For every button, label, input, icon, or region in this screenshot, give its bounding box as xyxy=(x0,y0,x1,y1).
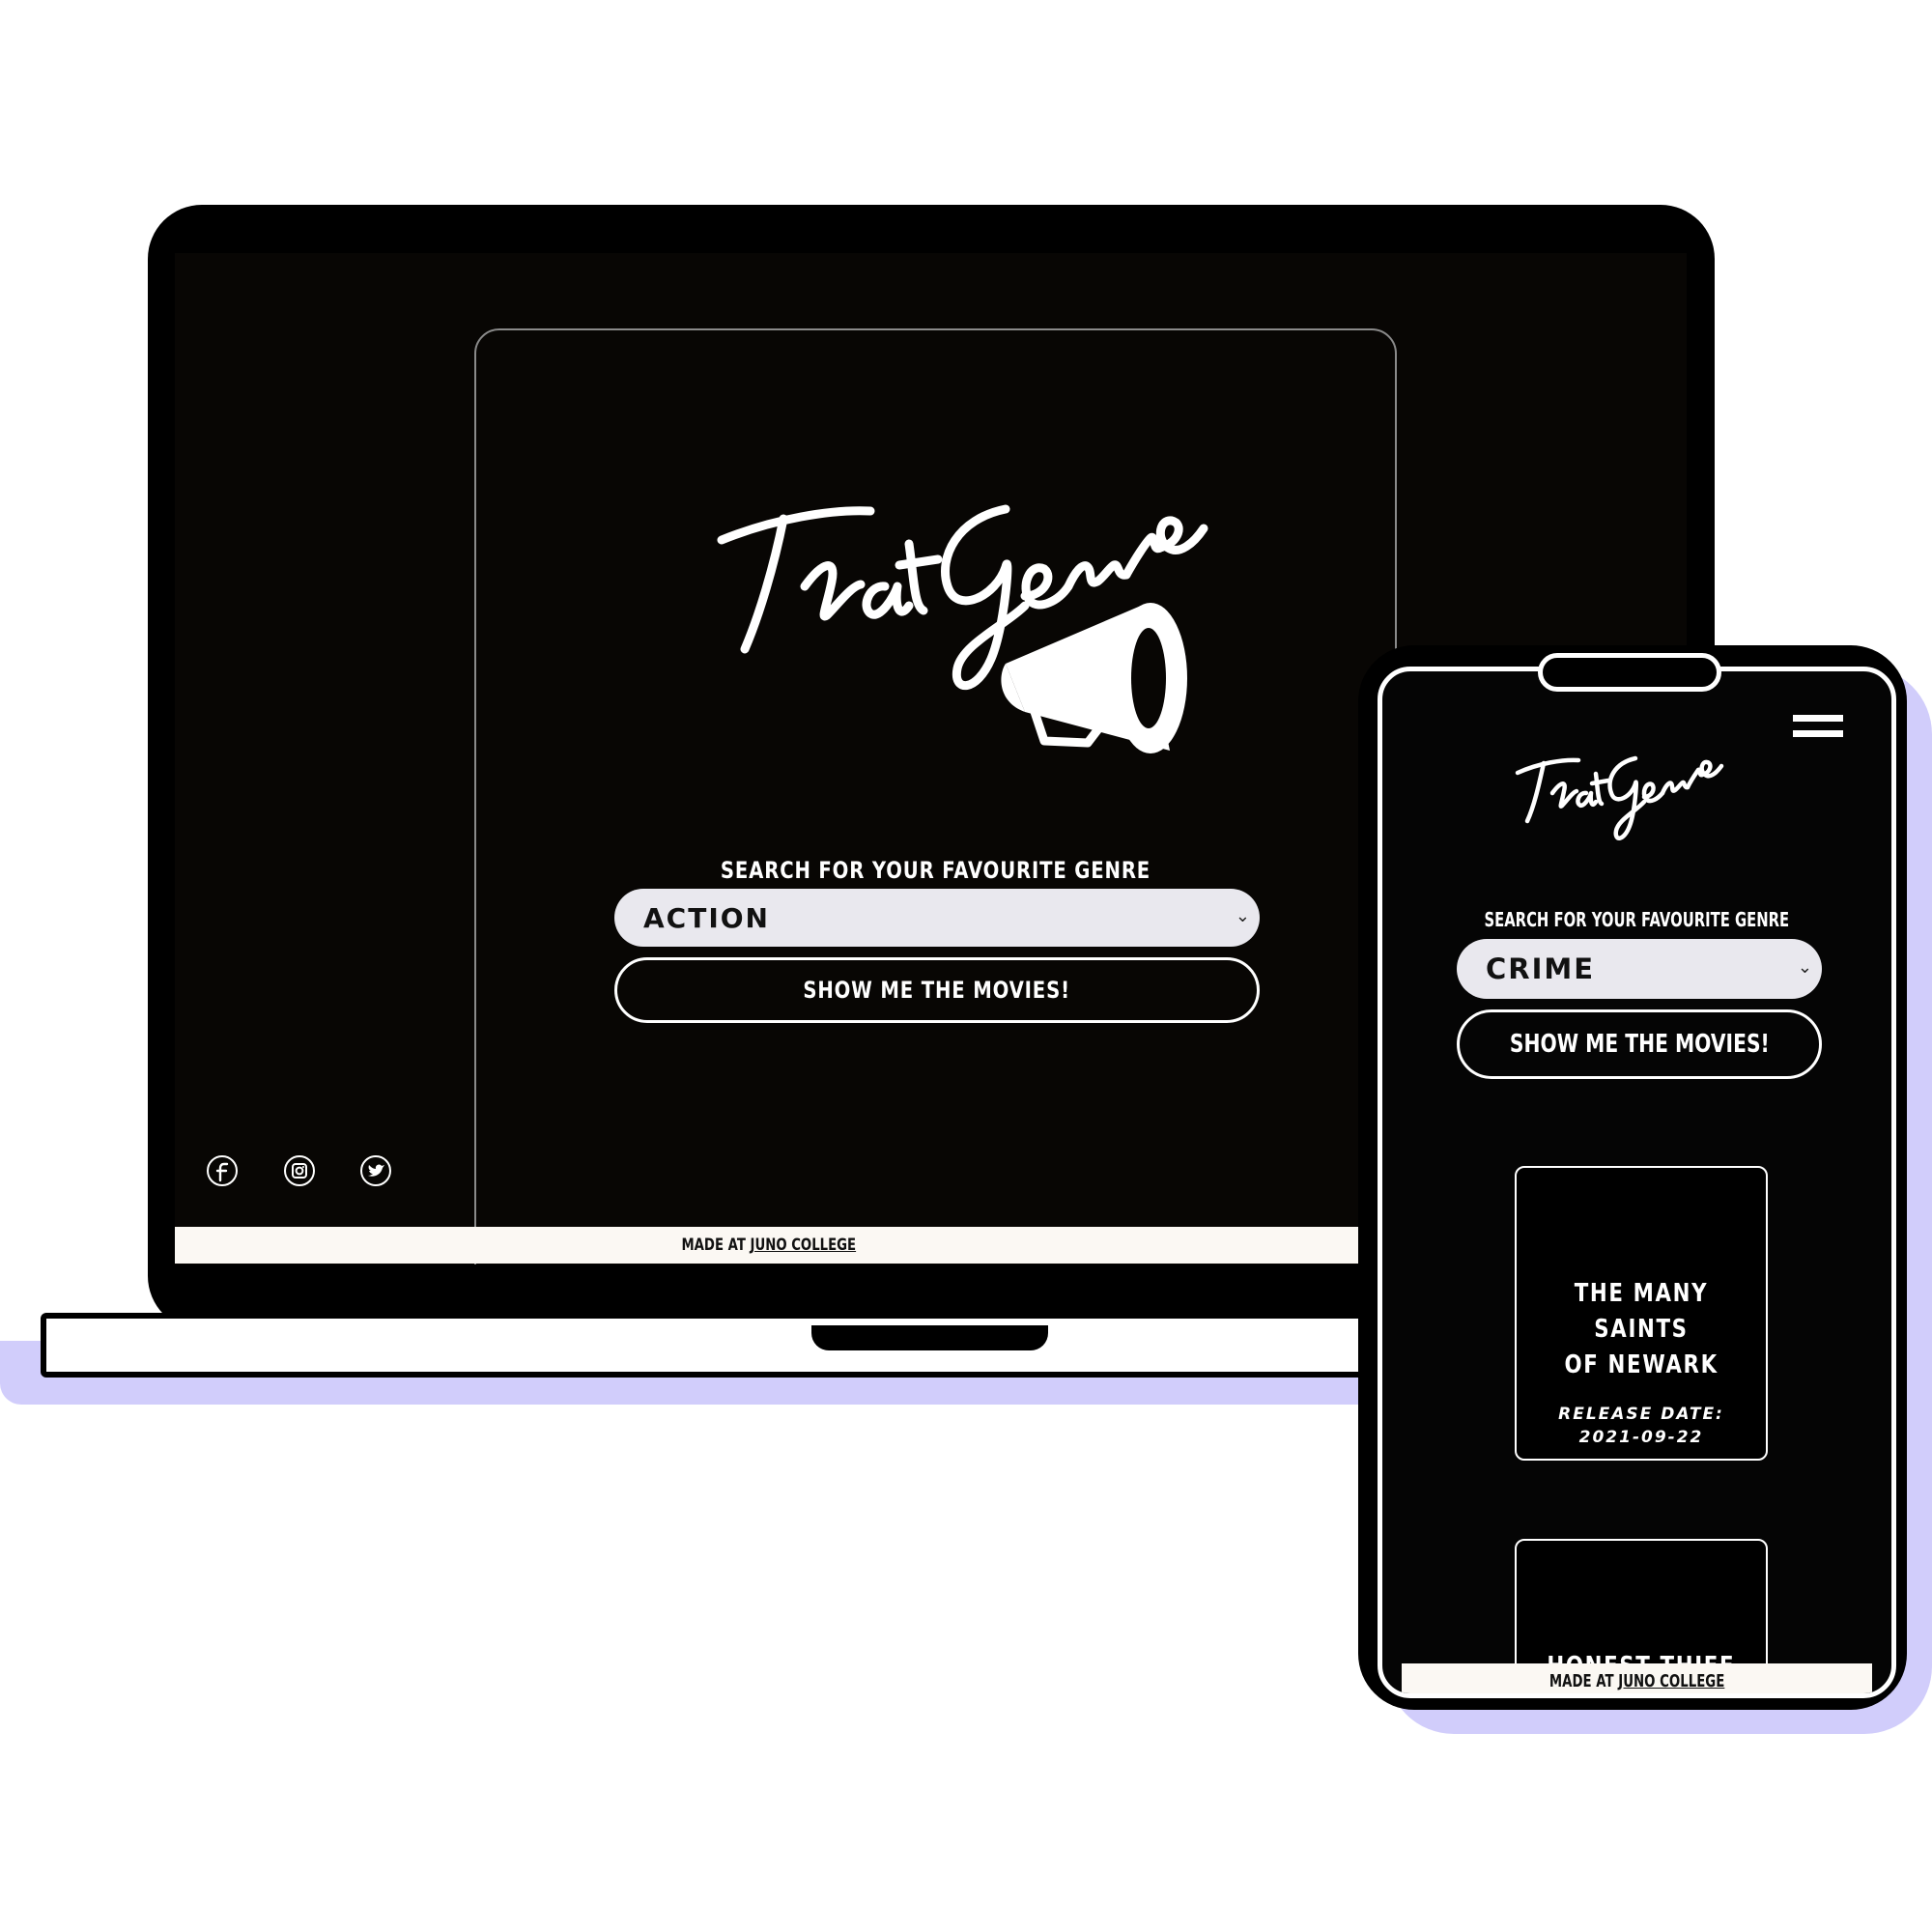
mobile-footer: MADE AT JUNO COLLEGE xyxy=(1402,1663,1872,1693)
mobile-show-movies-button[interactable]: SHOW ME THE MOVIES! xyxy=(1457,1009,1822,1079)
movie-release-date: RELEASE DATE: 2021-09-22 xyxy=(1558,1405,1724,1447)
mobile-show-movies-button-label: SHOW ME THE MOVIES! xyxy=(1509,1030,1770,1059)
chevron-down-icon: ⌄ xyxy=(1797,957,1812,977)
facebook-icon[interactable] xyxy=(206,1154,239,1187)
mobile-genre-select-value: CRIME xyxy=(1486,952,1596,985)
footer-prefix: MADE AT xyxy=(681,1236,747,1255)
laptop-notch xyxy=(811,1325,1048,1350)
phone-notch xyxy=(1538,653,1721,692)
footer-prefix: MADE AT xyxy=(1548,1670,1614,1691)
mobile-genre-search-label: SEARCH FOR YOUR FAVOURITE GENRE xyxy=(1484,908,1790,931)
movie-card[interactable]: THE MANY SAINTS OF NEWARK RELEASE DATE: … xyxy=(1515,1166,1768,1461)
mobile-logo xyxy=(1515,755,1724,840)
show-movies-button[interactable]: SHOW ME THE MOVIES! xyxy=(614,957,1260,1023)
mobile-screen: SEARCH FOR YOUR FAVOURITE GENRE CRIME ⌄ … xyxy=(1378,667,1896,1698)
desktop-footer: MADE AT JUNO COLLEGE xyxy=(175,1227,1363,1264)
logo-megaphone xyxy=(717,504,1208,753)
chevron-down-icon: ⌄ xyxy=(1235,906,1250,925)
juno-college-link[interactable]: JUNO COLLEGE xyxy=(1618,1671,1724,1691)
genre-search-label: SEARCH FOR YOUR FAVOURITE GENRE xyxy=(720,857,1151,884)
mobile-genre-select[interactable]: CRIME ⌄ xyxy=(1457,939,1822,999)
instagram-icon[interactable] xyxy=(283,1154,316,1187)
movie-title: THE MANY SAINTS OF NEWARK xyxy=(1564,1279,1719,1379)
genre-select[interactable]: ACTION ⌄ xyxy=(614,889,1260,947)
hamburger-menu-icon[interactable] xyxy=(1793,715,1843,750)
twitter-icon[interactable] xyxy=(359,1154,392,1187)
genre-select-value: ACTION xyxy=(643,901,770,934)
juno-college-link[interactable]: JUNO COLLEGE xyxy=(751,1236,857,1255)
laptop-base xyxy=(41,1313,1412,1378)
show-movies-button-label: SHOW ME THE MOVIES! xyxy=(803,977,1071,1004)
